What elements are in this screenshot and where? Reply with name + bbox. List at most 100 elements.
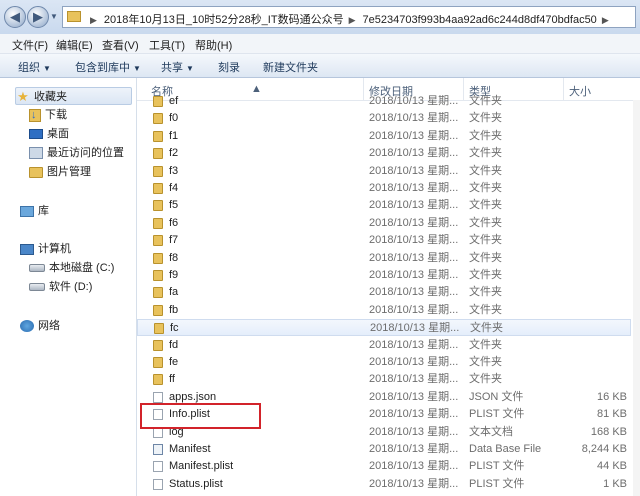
file-name: f9: [169, 269, 179, 281]
file-type: 文件夹: [469, 269, 502, 281]
nav-desktop[interactable]: 桌面: [29, 125, 69, 143]
nav-libraries[interactable]: 库: [20, 202, 49, 220]
file-name: f6: [169, 216, 179, 229]
file-icon: [153, 478, 163, 490]
breadcrumb-chevron-icon[interactable]: ▶: [344, 15, 363, 25]
file-name: f0: [169, 112, 179, 125]
file-type: 文件夹: [470, 322, 503, 335]
folder-row[interactable]: f1 2018/10/13 星期... 文件夹: [137, 128, 631, 145]
nav-computer[interactable]: 计算机: [20, 240, 71, 258]
network-icon: [20, 320, 34, 333]
file-type: 文件夹: [469, 373, 502, 386]
file-date: 2018/10/13 星期...: [369, 129, 459, 142]
menu-help[interactable]: 帮助(H): [195, 37, 232, 53]
file-list: ▲ 名称 修改日期 类型 大小 ef 2018/10/13 星期... 文件夹 f0 2…: [137, 78, 640, 496]
file-type: 文件夹: [469, 303, 502, 316]
breadcrumb-chevron-icon[interactable]: ▶: [597, 15, 616, 25]
file-name: fe: [169, 356, 179, 368]
menu-view[interactable]: 查看(V): [102, 37, 139, 53]
file-name: Manifest.plist: [169, 460, 234, 473]
folder-row[interactable]: f2 2018/10/13 星期... 文件夹: [137, 145, 631, 162]
nav-local-disk[interactable]: 本地磁盘 (C:): [29, 259, 114, 277]
file-date: 2018/10/13 星期...: [369, 164, 459, 177]
folder-row[interactable]: f8 2018/10/13 星期... 文件夹: [137, 250, 631, 267]
folder-row[interactable]: f9 2018/10/13 星期... 文件夹: [137, 267, 631, 284]
folder-row[interactable]: fe 2018/10/13 星期... 文件夹: [137, 354, 631, 371]
burn-button[interactable]: 刻录: [218, 59, 240, 75]
file-type: 文件夹: [469, 216, 502, 229]
folder-icon: [153, 217, 163, 229]
file-type: JSON 文件: [469, 390, 524, 403]
folder-row[interactable]: ef 2018/10/13 星期... 文件夹: [137, 93, 631, 110]
file-type: 文件夹: [469, 286, 502, 299]
file-name: fb: [169, 303, 179, 316]
file-size: 81 KB: [597, 408, 627, 421]
file-name: ef: [169, 95, 179, 107]
forward-button[interactable]: ▶: [27, 6, 49, 28]
folder-row[interactable]: f5 2018/10/13 星期... 文件夹: [137, 197, 631, 214]
file-date: 2018/10/13 星期...: [369, 338, 459, 351]
address-box[interactable]: ▶ 2018年10月13日_10时52分28秒_IT数码通公众号 ▶ 7e523470…: [62, 6, 636, 28]
desktop-icon: [29, 129, 43, 140]
file-type: 文件夹: [469, 356, 502, 368]
file-name: f8: [169, 251, 179, 264]
organize-button[interactable]: 组织 ▼: [18, 59, 51, 75]
file-row[interactable]: Status.plist 2018/10/13 星期... PLIST 文件 1 KB: [137, 476, 631, 493]
dropdown-arrow-icon: ▼: [43, 64, 51, 73]
file-name: Status.plist: [169, 477, 223, 490]
folder-row[interactable]: f6 2018/10/13 星期... 文件夹: [137, 215, 631, 232]
file-type: 文件夹: [469, 199, 502, 212]
folder-row[interactable]: f3 2018/10/13 星期... 文件夹: [137, 163, 631, 180]
nav-software-disk[interactable]: 软件 (D:): [29, 278, 92, 296]
menu-edit[interactable]: 编辑(E): [56, 37, 93, 53]
file-date: 2018/10/13 星期...: [369, 199, 459, 212]
file-date: 2018/10/13 星期...: [369, 390, 459, 403]
file-type: 文件夹: [469, 164, 502, 177]
file-type: PLIST 文件: [469, 408, 525, 421]
file-name: f4: [169, 182, 179, 194]
annotation-highlight-box: [140, 403, 261, 429]
recent-pages-dropdown-icon[interactable]: ▼: [50, 12, 58, 21]
folder-row[interactable]: fc 2018/10/13 星期... 文件夹: [137, 319, 631, 337]
folder-icon: [153, 200, 163, 212]
folder-row[interactable]: f7 2018/10/13 星期... 文件夹: [137, 232, 631, 249]
file-type: PLIST 文件: [469, 460, 525, 473]
file-date: 2018/10/13 星期...: [369, 373, 459, 386]
file-name: fd: [169, 338, 179, 351]
menu-tools[interactable]: 工具(T): [149, 37, 185, 53]
hard-drive-icon: [29, 283, 45, 292]
back-button[interactable]: ◀: [4, 6, 26, 28]
nav-computer-label: 计算机: [38, 243, 71, 255]
nav-downloads[interactable]: 下载: [29, 106, 67, 124]
nav-pictures[interactable]: 图片管理: [29, 163, 91, 181]
file-row[interactable]: Manifest.plist 2018/10/13 星期... PLIST 文件 44…: [137, 458, 631, 475]
breadcrumb-item[interactable]: 2018年10月13日_10时52分28秒_IT数码通公众号: [104, 14, 344, 26]
file-icon: [153, 391, 163, 403]
star-icon: ★: [17, 89, 29, 105]
include-in-library-button[interactable]: 包含到库中 ▼: [75, 59, 141, 75]
folder-row[interactable]: ff 2018/10/13 星期... 文件夹: [137, 371, 631, 388]
folder-row[interactable]: f0 2018/10/13 星期... 文件夹: [137, 110, 631, 127]
computer-icon: [20, 243, 34, 255]
folder-row[interactable]: f4 2018/10/13 星期... 文件夹: [137, 180, 631, 197]
file-name: f3: [169, 164, 179, 177]
file-size: 16 KB: [597, 390, 627, 403]
folder-row[interactable]: fb 2018/10/13 星期... 文件夹: [137, 302, 631, 319]
folder-icon: [153, 130, 163, 142]
file-name: fa: [169, 286, 179, 299]
folder-row[interactable]: fa 2018/10/13 星期... 文件夹: [137, 284, 631, 301]
breadcrumb-chevron-icon[interactable]: ▶: [85, 15, 104, 25]
nav-network[interactable]: 网络: [20, 317, 60, 335]
folder-row[interactable]: fd 2018/10/13 星期... 文件夹: [137, 337, 631, 354]
nav-downloads-label: 下载: [45, 109, 67, 121]
file-row[interactable]: Manifest 2018/10/13 星期... Data Base File 8,…: [137, 441, 631, 458]
vertical-scrollbar[interactable]: [633, 100, 640, 496]
share-button[interactable]: 共享 ▼: [161, 59, 194, 75]
new-folder-button[interactable]: 新建文件夹: [263, 59, 318, 75]
nav-favorites[interactable]: ★ 收藏夹: [15, 87, 132, 105]
forward-arrow-icon: ▶: [33, 9, 43, 24]
menu-file[interactable]: 文件(F): [12, 37, 48, 53]
nav-network-label: 网络: [38, 320, 60, 332]
nav-recent[interactable]: 最近访问的位置: [29, 144, 124, 162]
breadcrumb-item[interactable]: 7e5234703f993b4aa92ad6c244d8df470bdfac50: [363, 14, 597, 26]
